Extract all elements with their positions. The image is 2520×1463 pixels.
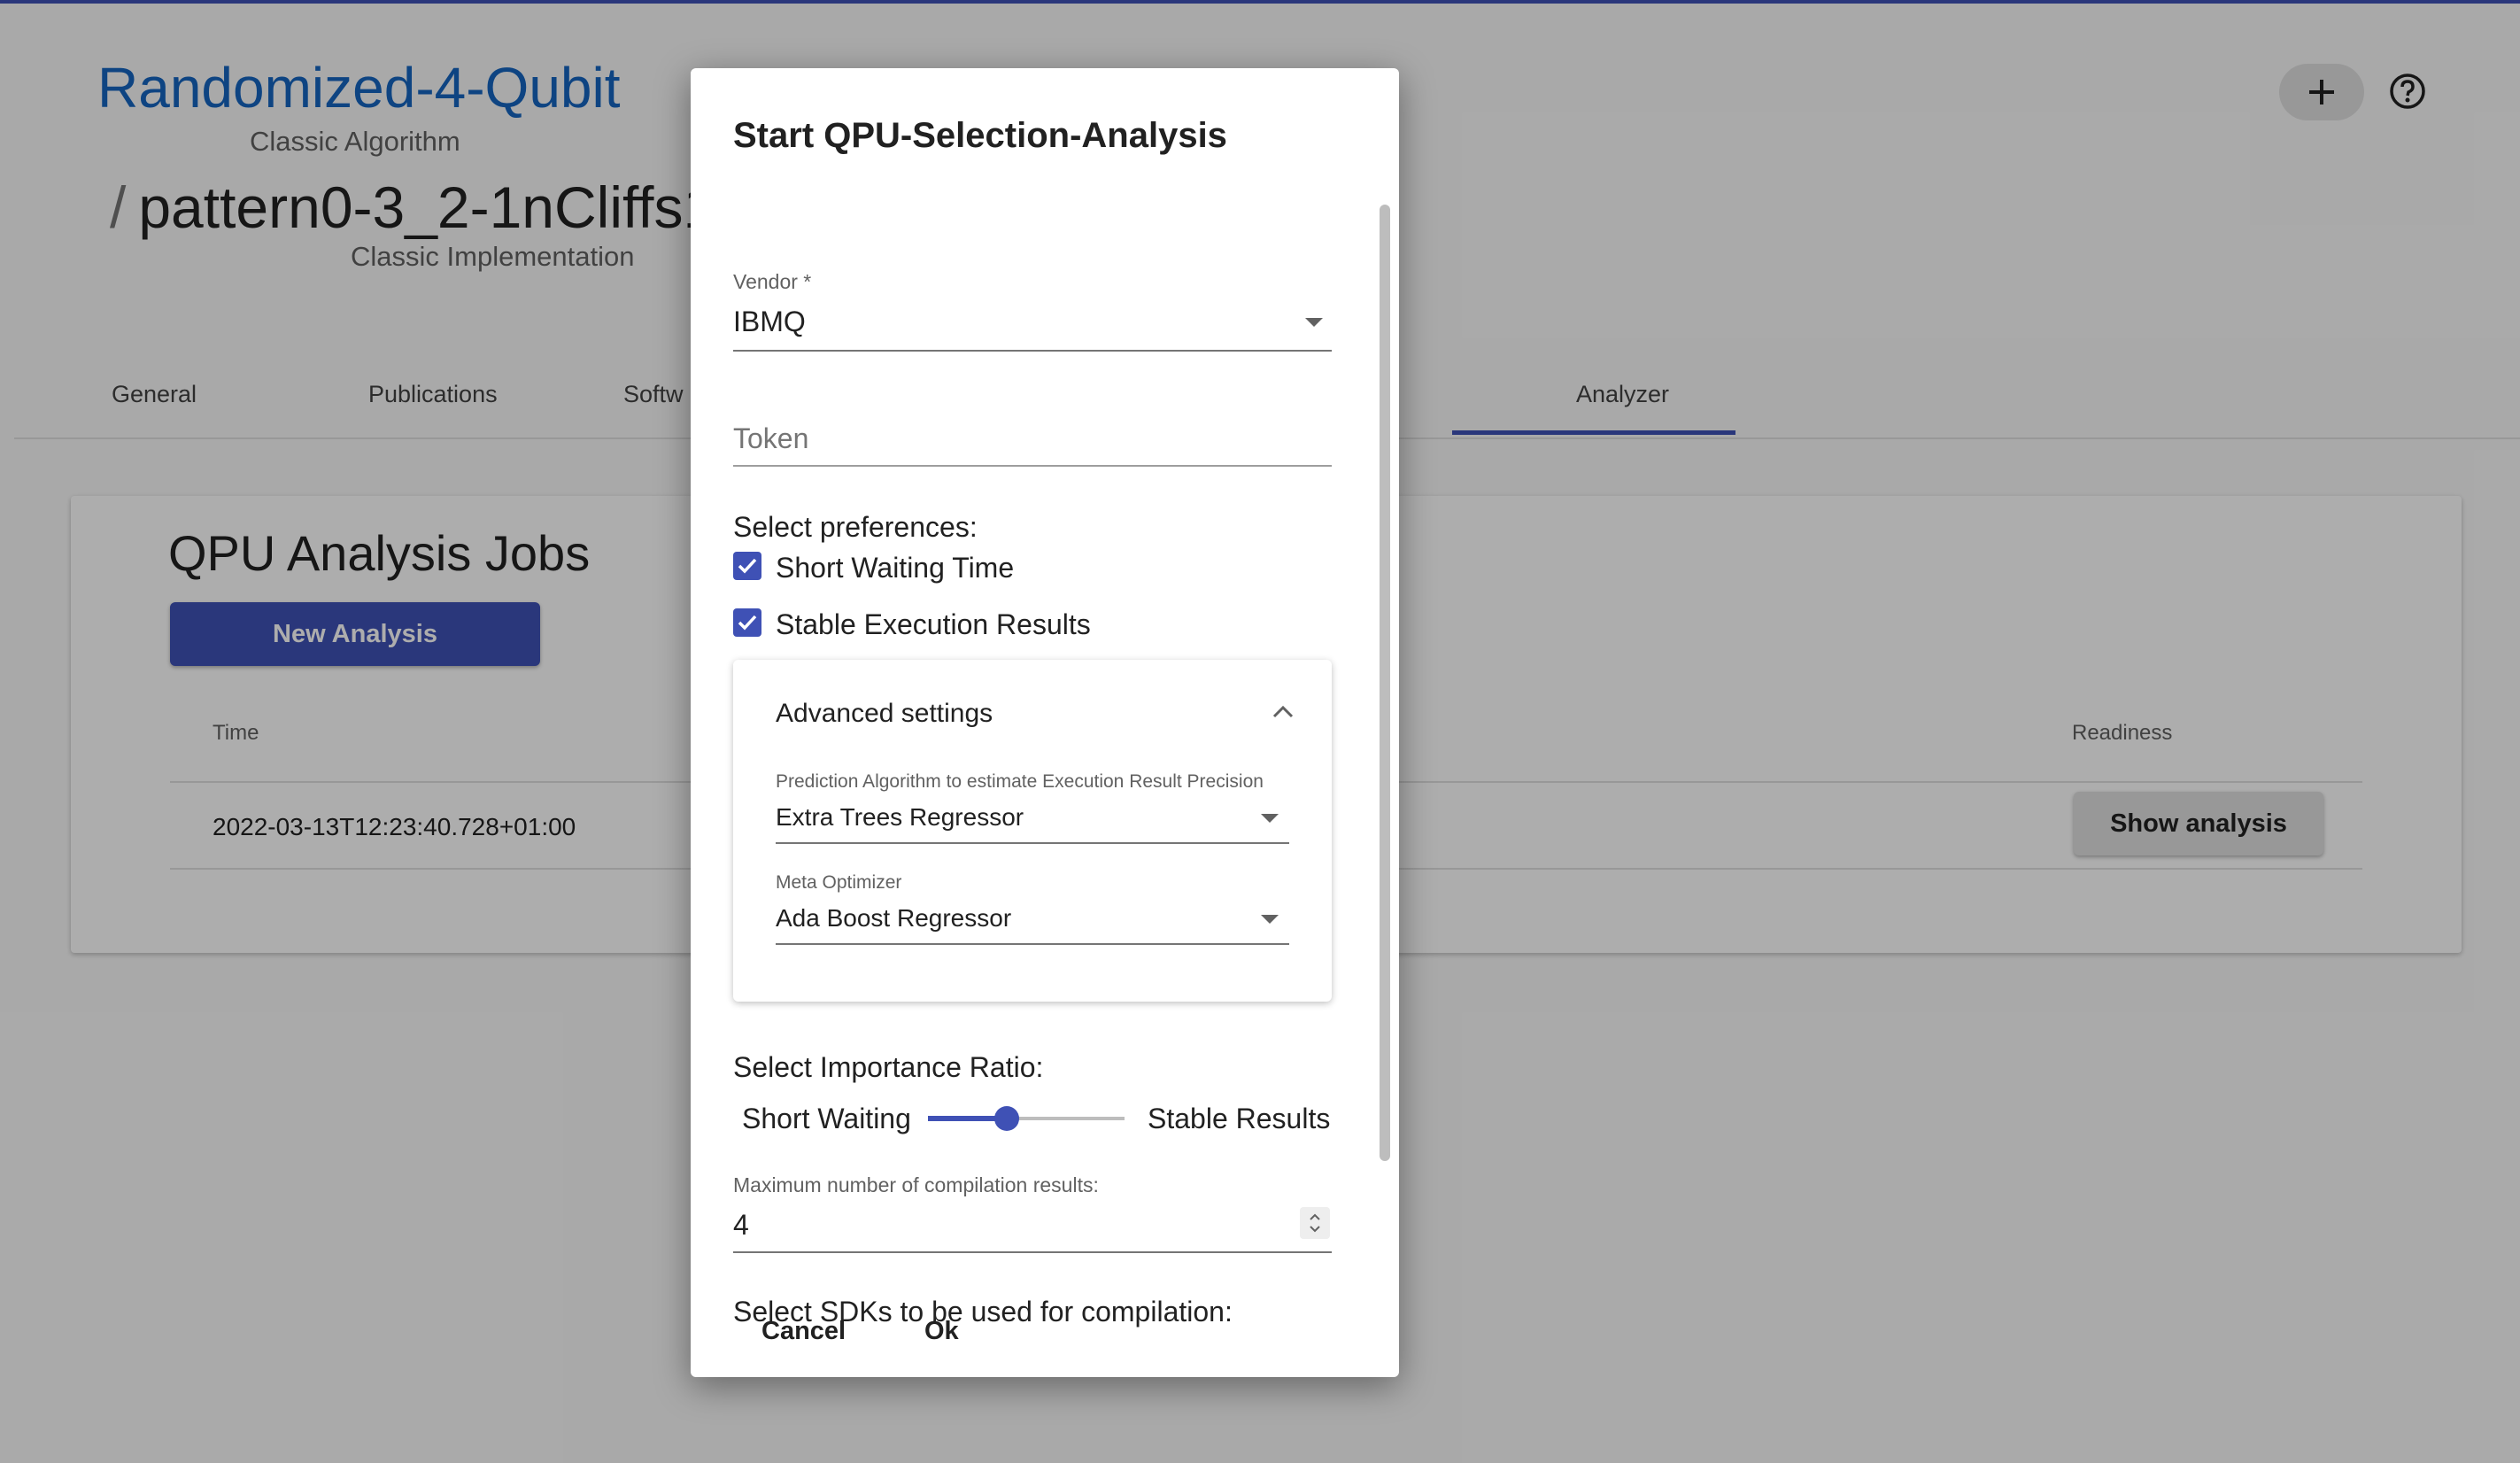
prediction-underline (776, 842, 1289, 844)
dialog-title: Start QPU-Selection-Analysis (733, 116, 1227, 155)
token-input[interactable]: Token (733, 422, 808, 455)
stable-results-checkbox[interactable] (733, 608, 761, 637)
importance-ratio-title: Select Importance Ratio: (733, 1051, 1044, 1083)
ok-button[interactable]: Ok (924, 1317, 959, 1346)
max-results-input[interactable]: 4 (733, 1209, 749, 1242)
max-results-underline (733, 1251, 1332, 1253)
meta-optimizer-underline (776, 943, 1289, 945)
prediction-algorithm-select[interactable]: Extra Trees Regressor (776, 803, 1024, 832)
meta-optimizer-select[interactable]: Ada Boost Regressor (776, 904, 1011, 933)
vendor-label: Vendor * (733, 270, 812, 293)
spinner-arrows-icon (1310, 1213, 1320, 1233)
number-spinner[interactable] (1300, 1207, 1330, 1239)
qpu-selection-dialog: Start QPU-Selection-Analysis Vendor * IB… (691, 68, 1399, 1377)
token-underline (733, 465, 1332, 467)
cancel-button[interactable]: Cancel (761, 1317, 846, 1346)
short-waiting-label[interactable]: Short Waiting Time (776, 552, 1014, 584)
advanced-settings-header[interactable]: Advanced settings (776, 699, 993, 729)
vendor-underline (733, 350, 1332, 352)
short-waiting-checkbox[interactable] (733, 552, 761, 580)
advanced-settings-panel: Advanced settings Prediction Algorithm t… (733, 660, 1332, 1002)
slider-left-label: Short Waiting (742, 1103, 911, 1134)
preferences-title: Select preferences: (733, 511, 978, 543)
prediction-algorithm-label: Prediction Algorithm to estimate Executi… (776, 771, 1264, 792)
dialog-scrollbar[interactable] (1380, 205, 1390, 1161)
meta-optimizer-label: Meta Optimizer (776, 872, 902, 893)
stable-results-label[interactable]: Stable Execution Results (776, 608, 1091, 641)
max-results-label: Maximum number of compilation results: (733, 1173, 1099, 1196)
check-icon (738, 558, 757, 574)
vendor-select[interactable]: IBMQ (733, 306, 806, 338)
chevron-up-icon[interactable] (1270, 699, 1296, 725)
meta-optimizer-dropdown-arrow-icon[interactable] (1261, 915, 1279, 924)
prediction-dropdown-arrow-icon[interactable] (1261, 814, 1279, 823)
check-icon (738, 615, 757, 631)
vendor-dropdown-arrow-icon[interactable] (1305, 318, 1323, 327)
importance-slider-thumb[interactable] (993, 1106, 1019, 1131)
slider-right-label: Stable Results (1148, 1103, 1331, 1134)
